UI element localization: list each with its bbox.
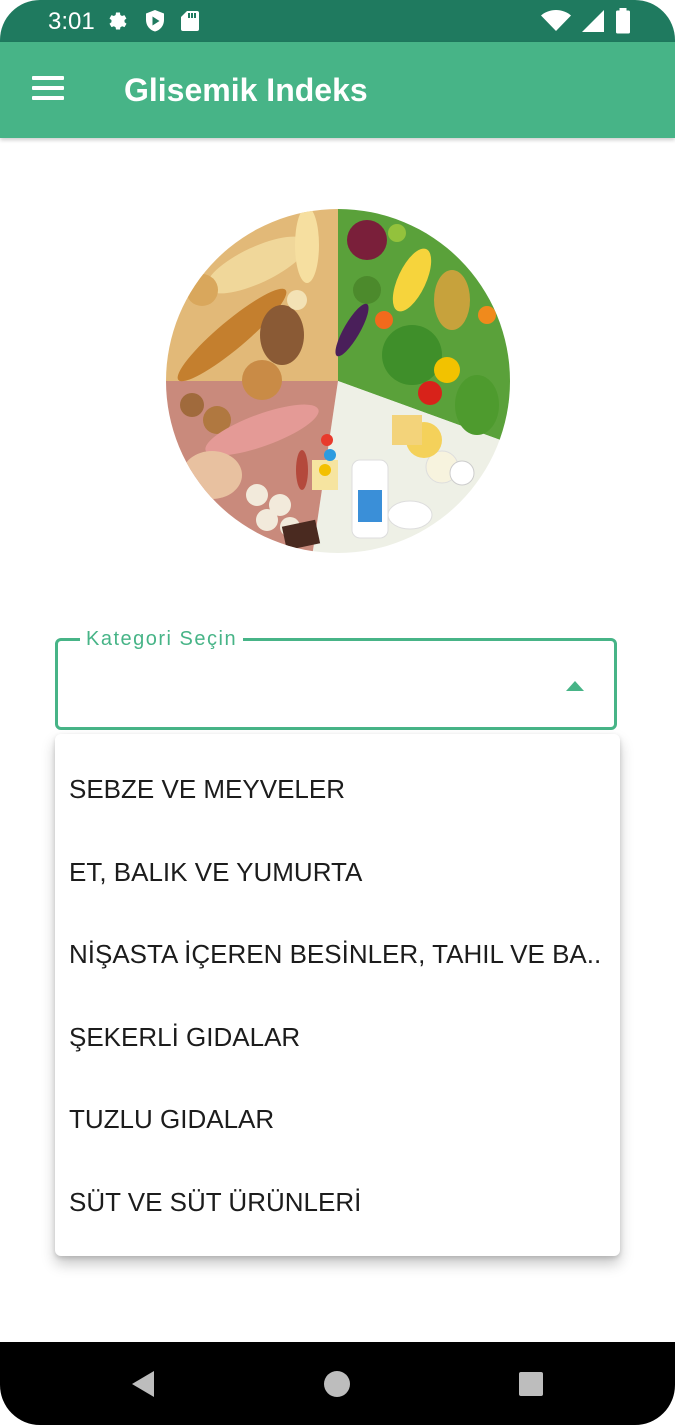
dropdown-option-sebze-meyveler[interactable]: SEBZE VE MEYVELER bbox=[55, 748, 620, 831]
dropdown-option-et-balik-yumurta[interactable]: ET, BALIK VE YUMURTA bbox=[55, 831, 620, 914]
dropdown-option-nisasta-tahil[interactable]: NİŞASTA İÇEREN BESİNLER, TAHIL VE BA.. bbox=[55, 913, 620, 996]
dropdown-option-tuzlu-gidalar[interactable]: TUZLU GIDALAR bbox=[55, 1078, 620, 1161]
system-nav-bar bbox=[0, 1342, 675, 1425]
status-right-icons bbox=[541, 8, 631, 34]
app-bar: Glisemik Indeks bbox=[0, 42, 675, 138]
hamburger-menu-icon[interactable] bbox=[22, 66, 74, 114]
battery-icon bbox=[616, 8, 630, 34]
category-dropdown-menu: SEBZE VE MEYVELER ET, BALIK VE YUMURTA N… bbox=[55, 734, 620, 1256]
page-title: Glisemik Indeks bbox=[124, 72, 368, 108]
signal-icon bbox=[582, 10, 604, 32]
dropdown-option-sut-urunleri[interactable]: SÜT VE SÜT ÜRÜNLERİ bbox=[55, 1161, 620, 1244]
caret-up-icon[interactable] bbox=[566, 681, 584, 691]
category-select[interactable]: Kategori Seçin bbox=[55, 628, 617, 730]
back-icon[interactable] bbox=[124, 1364, 164, 1404]
food-groups-plate-image bbox=[166, 209, 510, 553]
wifi-icon bbox=[541, 10, 571, 31]
sd-card-icon bbox=[181, 11, 199, 31]
status-time: 3:01 bbox=[48, 8, 95, 35]
category-select-label: Kategori Seçin bbox=[80, 628, 244, 650]
status-bar: 3:01 bbox=[0, 0, 675, 42]
dropdown-option-sekerli-gidalar[interactable]: ŞEKERLİ GIDALAR bbox=[55, 996, 620, 1079]
home-icon[interactable] bbox=[317, 1364, 357, 1404]
recents-icon[interactable] bbox=[511, 1364, 551, 1404]
settings-icon bbox=[109, 12, 127, 30]
status-left-icons bbox=[106, 9, 200, 33]
shield-play-icon bbox=[146, 10, 164, 32]
